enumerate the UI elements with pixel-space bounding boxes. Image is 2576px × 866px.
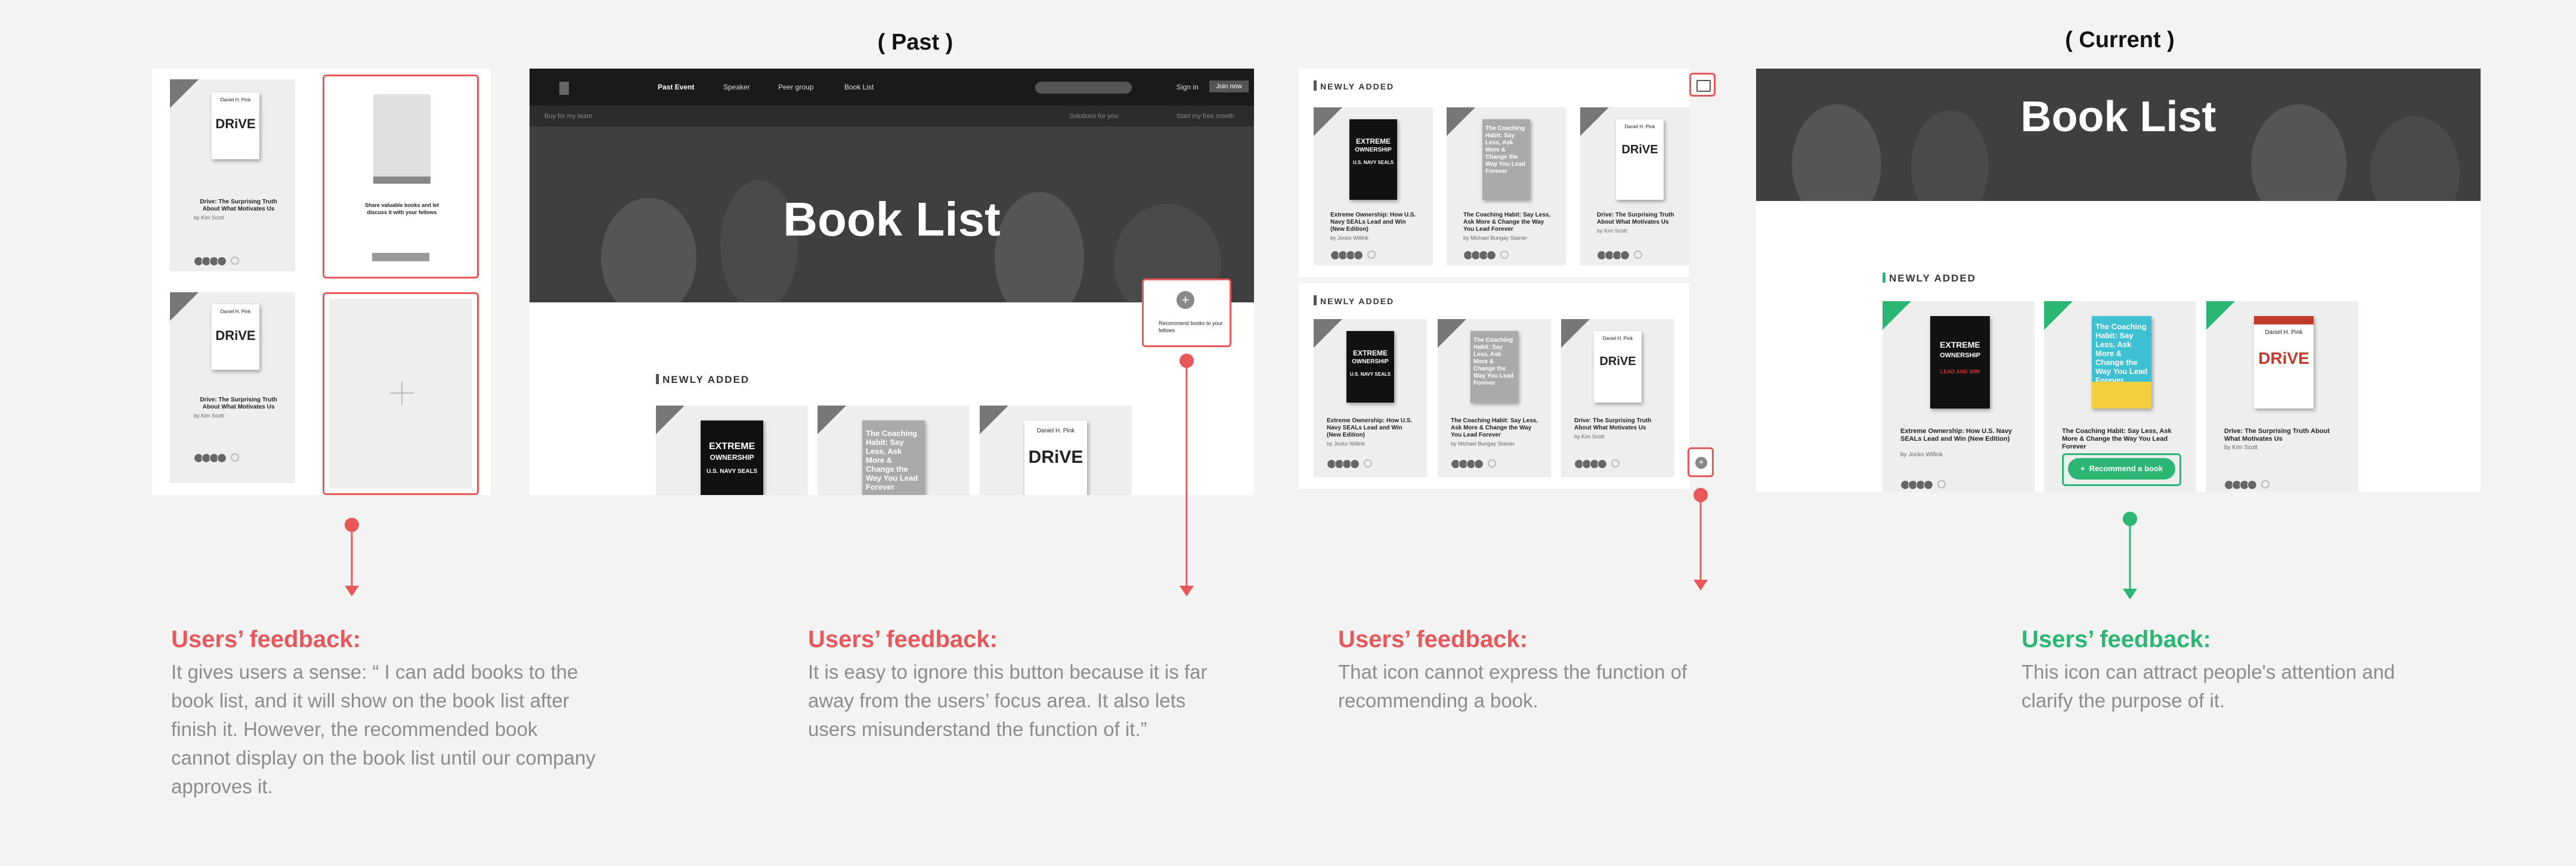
feedback-title: Users’ feedback: <box>2021 626 2211 652</box>
feedback-text: It is easy to ignore this button because… <box>808 661 1208 740</box>
feedback-title: Users’ feedback: <box>1338 626 1528 652</box>
feedback-text: That icon cannot express the function of… <box>1338 661 1688 712</box>
feedback-title: Users’ feedback: <box>808 626 998 652</box>
feedback-title: Users’ feedback: <box>171 626 361 652</box>
feedback-text: This icon can attract people's attention… <box>2021 661 2395 712</box>
feedback-text: It gives users a sense: “ I can add book… <box>171 661 596 797</box>
